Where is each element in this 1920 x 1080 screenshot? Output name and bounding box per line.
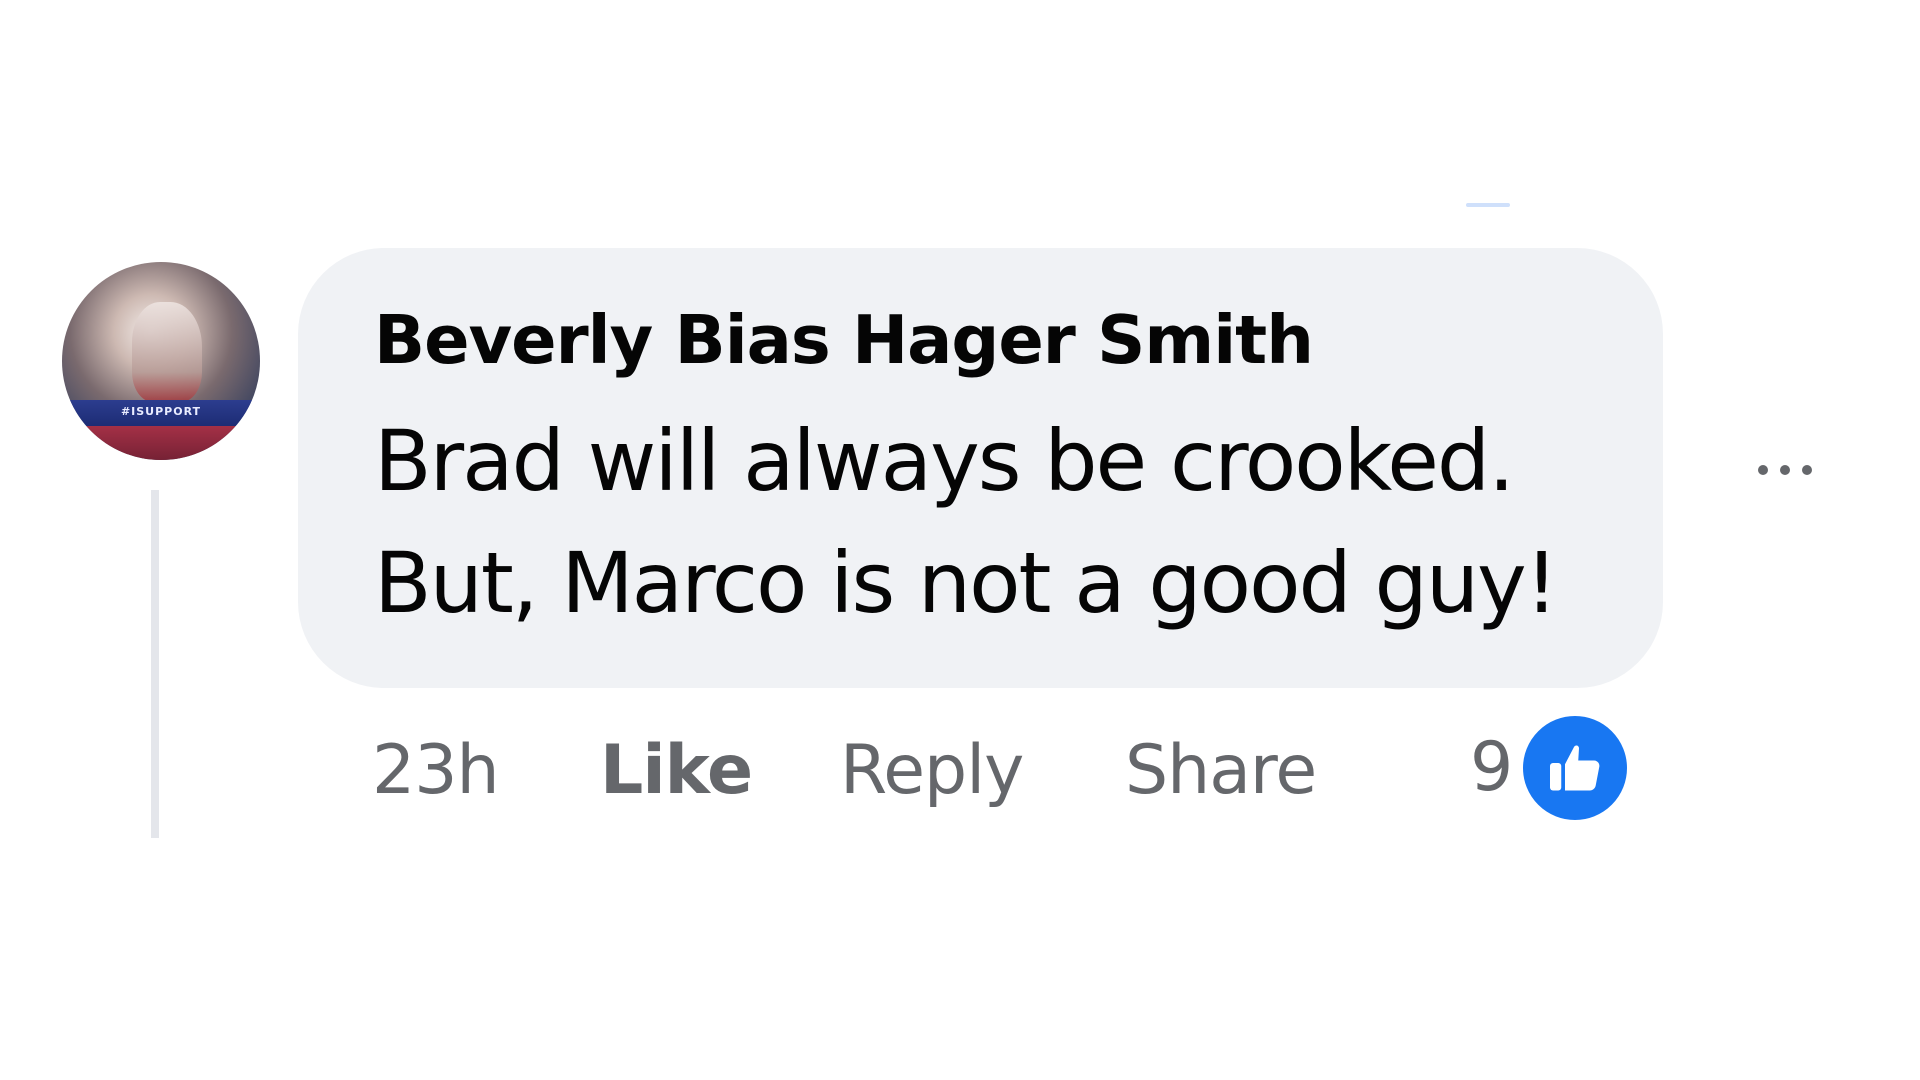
more-options-dot	[1802, 465, 1812, 475]
comment-container: #ISUPPORT Beverly Bias Hager Smith Brad …	[0, 0, 1920, 1080]
comment-text-line-2: But, Marco is not a good guy!	[374, 534, 1558, 632]
more-options-dot	[1780, 465, 1790, 475]
avatar-banner-red	[62, 426, 260, 460]
more-options-dot	[1758, 465, 1768, 475]
avatar-banner-text: #ISUPPORT	[120, 405, 202, 418]
thumbs-up-glyph	[1550, 745, 1600, 791]
like-button[interactable]: Like	[600, 726, 753, 816]
share-button[interactable]: Share	[1125, 726, 1317, 816]
thumbs-up-icon	[1519, 712, 1632, 824]
reaction-count: 9	[1470, 728, 1514, 807]
comment-text-line-1: Brad will always be crooked.	[374, 412, 1515, 510]
reply-indicator-line	[1466, 203, 1510, 207]
comment-timestamp[interactable]: 23h	[372, 726, 500, 816]
reply-button[interactable]: Reply	[840, 726, 1024, 816]
more-options-icon[interactable]	[1740, 440, 1830, 500]
comment-author[interactable]: Beverly Bias Hager Smith	[374, 300, 1314, 380]
reaction-summary[interactable]: 9	[1470, 710, 1632, 826]
avatar-figure	[132, 302, 202, 402]
thread-line	[151, 490, 159, 838]
avatar[interactable]: #ISUPPORT	[62, 262, 260, 460]
